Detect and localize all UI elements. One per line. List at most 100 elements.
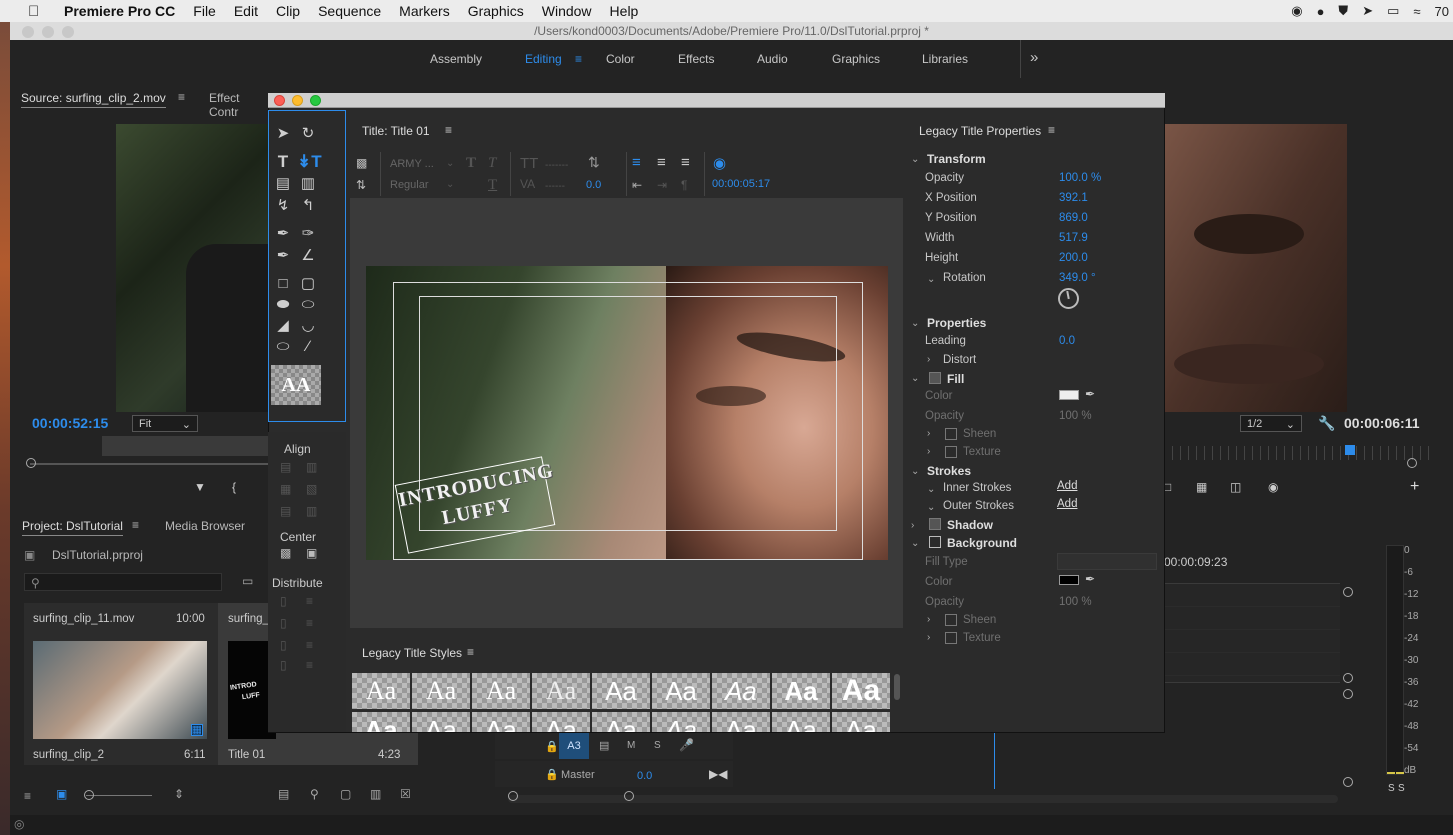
style-swatch[interactable]: Aa [472, 712, 530, 732]
align-left-text-icon[interactable]: ≡ [632, 154, 641, 171]
tab-stops-icon[interactable]: ⇤ [632, 178, 642, 192]
distribute-center-v-icon[interactable]: ≡ [306, 616, 313, 630]
center-horizontal-icon[interactable]: ▩ [280, 546, 291, 560]
line-tool-icon[interactable]: ∕ [299, 338, 317, 356]
leading-icon[interactable]: ⇅ [588, 154, 600, 171]
dialog-zoom-button[interactable] [310, 95, 321, 106]
find-icon[interactable]: ⚲ [310, 787, 319, 801]
font-style-select[interactable]: Regular [390, 179, 429, 191]
underline-icon[interactable]: T [488, 177, 497, 194]
x-position-value[interactable]: 392.1 [1059, 192, 1088, 204]
tab-media-browser[interactable]: Media Browser [165, 519, 245, 533]
extract-icon[interactable]: ▦ [1196, 480, 1207, 494]
sheen-chevron-icon[interactable]: › [927, 428, 930, 439]
ellipse-tool-icon[interactable]: ⬭ [274, 338, 292, 356]
align-left-icon[interactable]: ▤ [280, 460, 291, 474]
location-icon[interactable]: ➤ [1362, 3, 1373, 19]
new-title-icon[interactable]: ▩ [356, 156, 367, 170]
airplay-icon[interactable]: ▭ [1387, 3, 1399, 19]
kerning-dashes[interactable]: ------ [545, 181, 565, 192]
bg-sheen-checkbox[interactable] [945, 614, 957, 626]
distribute-h-even-icon[interactable]: ▯ [280, 658, 287, 672]
apple-icon[interactable]:  [28, 3, 50, 20]
bg-eyedropper-icon[interactable]: ✒ [1085, 572, 1095, 586]
zoom-handle-left[interactable] [508, 791, 518, 801]
mute-button[interactable]: M [627, 740, 635, 751]
wrench-icon[interactable]: 🔧 [1318, 415, 1335, 432]
title-timecode[interactable]: 00:00:05:17 [712, 178, 770, 190]
app-menu[interactable]: Premiere Pro CC [64, 3, 175, 19]
tracking-value[interactable]: 0.0 [586, 179, 601, 191]
bg-texture-chevron-icon[interactable]: › [927, 632, 930, 643]
style-swatch[interactable]: Aa [472, 673, 530, 709]
rotation-chevron-icon[interactable]: ⌄ [927, 274, 935, 285]
zoom-handle-right[interactable] [624, 791, 634, 801]
more-workspaces-button[interactable]: » [1030, 49, 1038, 66]
vertical-type-tool-icon[interactable]: ↡T [297, 153, 322, 171]
style-swatch[interactable]: Aa [592, 673, 650, 709]
opacity-value[interactable]: 100.0 % [1059, 172, 1101, 184]
sync-lock-icon[interactable]: ▤ [599, 739, 609, 752]
rectangle-tool-icon[interactable]: □ [274, 275, 292, 293]
track-scroll-handle-top[interactable] [1343, 587, 1353, 597]
font-size-value[interactable]: ------- [545, 160, 568, 171]
trash-icon[interactable]: ☒ [400, 787, 411, 801]
style-swatch[interactable]: Aa [352, 712, 410, 732]
fill-checkbox[interactable] [929, 372, 941, 384]
program-resolution-select[interactable]: 1/2 ⌄ [1240, 415, 1302, 432]
rotation-tool-icon[interactable]: ↻ [299, 125, 317, 143]
properties-menu-icon[interactable]: ≡ [1048, 123, 1055, 137]
solo-right-button[interactable]: S [1398, 783, 1405, 794]
style-swatch[interactable]: Aa [532, 712, 590, 732]
dialog-close-button[interactable] [274, 95, 285, 106]
style-swatch[interactable]: Aa [592, 712, 650, 732]
clip-item-1[interactable]: surfing_clip_11.mov 10:00 ▦ surfing_clip… [24, 603, 218, 765]
new-item-icon[interactable]: ▥ [370, 787, 381, 801]
style-swatch[interactable]: Aa [532, 673, 590, 709]
strokes-chevron-icon[interactable]: ⌄ [911, 466, 919, 477]
workspace-assembly[interactable]: Assembly [430, 52, 482, 66]
fill-type-select[interactable] [1057, 553, 1157, 570]
source-zoom-bar[interactable] [102, 436, 268, 456]
add-outer-stroke-link[interactable]: Add [1057, 498, 1077, 510]
menu-file[interactable]: File [193, 3, 216, 19]
clipped-corner-tool-icon[interactable]: ⬬ [274, 296, 292, 314]
new-bin-from-search-icon[interactable]: ▭ [242, 574, 253, 588]
font-family-chevron-icon[interactable]: ⌄ [446, 158, 454, 169]
style-swatch[interactable]: Aa [412, 712, 470, 732]
voiceover-mic-icon[interactable]: 🎤 [679, 738, 694, 752]
kerning-icon[interactable]: VA [520, 177, 535, 191]
menu-sequence[interactable]: Sequence [318, 3, 381, 19]
program-playhead[interactable] [1345, 445, 1355, 455]
source-scrub-handle[interactable] [26, 458, 36, 468]
background-checkbox[interactable] [929, 536, 941, 548]
italic-icon[interactable]: T [488, 155, 496, 172]
shadow-checkbox[interactable] [929, 518, 941, 530]
type-tool-icon[interactable]: T [274, 153, 292, 171]
program-ruler[interactable] [1164, 446, 1429, 460]
distort-label[interactable]: Distort [943, 354, 976, 366]
texture-chevron-icon[interactable]: › [927, 446, 930, 457]
status-icon[interactable]: ● [1317, 4, 1325, 19]
distribute-bottom-icon[interactable]: ≡ [306, 638, 313, 652]
style-swatch[interactable]: Aa [412, 673, 470, 709]
height-value[interactable]: 200.0 [1059, 252, 1088, 264]
title-menu-icon[interactable]: ≡ [445, 123, 452, 137]
tab-project[interactable]: Project: DslTutorial [22, 519, 123, 536]
transform-section[interactable]: Transform [927, 152, 986, 166]
thumbnail-size-slider[interactable] [86, 795, 152, 796]
y-position-value[interactable]: 869.0 [1059, 212, 1088, 224]
properties-chevron-icon[interactable]: ⌄ [911, 318, 919, 329]
selection-tool-icon[interactable]: ➤ [274, 125, 292, 143]
mark-in-icon[interactable]: { [232, 480, 236, 494]
align-center-v-icon[interactable]: ▧ [306, 482, 317, 496]
automate-to-sequence-icon[interactable]: ▤ [278, 787, 289, 801]
distort-chevron-icon[interactable]: › [927, 354, 930, 365]
strokes-section[interactable]: Strokes [927, 464, 971, 478]
delete-anchor-tool-icon[interactable]: ✑ [299, 225, 317, 243]
styles-menu-icon[interactable]: ≡ [467, 645, 474, 659]
menu-graphics[interactable]: Graphics [468, 3, 524, 19]
program-timecode[interactable]: 00:00:06:11 [1344, 415, 1420, 431]
distribute-top-icon[interactable]: ≡ [306, 594, 313, 608]
fill-opacity-value[interactable]: 100 % [1059, 410, 1092, 422]
